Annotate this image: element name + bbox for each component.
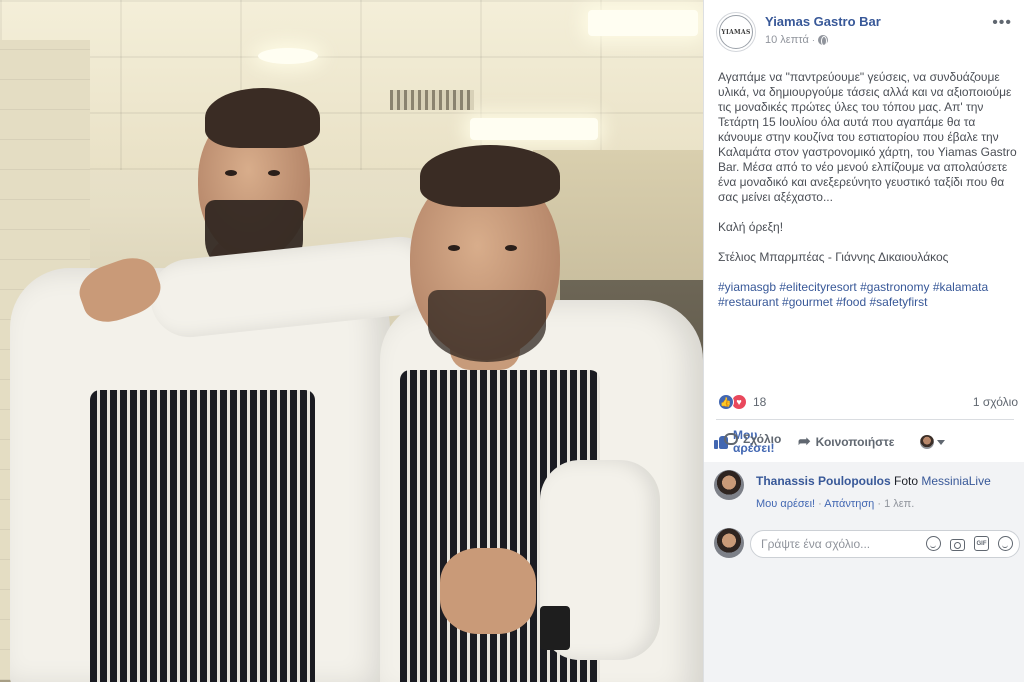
- hashtags: #yiamasgb #elitecityresort #gastronomy #…: [718, 280, 1018, 310]
- caret-down-icon: [937, 439, 945, 445]
- post-paragraph: Στέλιος Μπαρμπέας - Γιάννης Δικαιουλάκος: [718, 250, 949, 264]
- post-photo[interactable]: [0, 0, 703, 682]
- ellipsis-icon[interactable]: •••: [992, 14, 1012, 32]
- globe-icon[interactable]: [817, 35, 828, 46]
- post-timestamp[interactable]: 10 λεπτά: [765, 34, 809, 46]
- post-paragraph: Αγαπάμε να "παντρεύουμε" γεύσεις, να συν…: [718, 70, 1017, 204]
- comment-bubble-icon: [724, 433, 738, 445]
- comment-author[interactable]: Thanassis Poulopoulos: [756, 474, 891, 488]
- action-bar: Μου αρέσει! Σχόλιο ➦ Κοινοποιήστε: [714, 424, 1018, 460]
- page-avatar[interactable]: YIAMAS: [716, 12, 756, 52]
- post-body: Αγαπάμε να "παντρεύουμε" γεύσεις, να συν…: [718, 70, 1018, 325]
- hashtag-link[interactable]: #kalamata: [933, 280, 988, 294]
- comment-button[interactable]: Σχόλιο: [724, 432, 798, 446]
- hashtag-link[interactable]: #food: [836, 295, 866, 309]
- hashtag-link[interactable]: #elitecityresort: [779, 280, 856, 294]
- page-logo-text: YIAMAS: [721, 28, 751, 36]
- hashtag-link[interactable]: #yiamasgb: [718, 280, 776, 294]
- meta-separator: ·: [811, 35, 815, 45]
- gif-icon[interactable]: GIF: [974, 536, 989, 551]
- composer-icons: GIF: [926, 536, 1013, 551]
- audience-selector[interactable]: [920, 435, 945, 449]
- commenter-avatar[interactable]: [714, 470, 744, 500]
- like-reaction-icon[interactable]: 👍: [718, 394, 734, 410]
- divider: [716, 419, 1014, 420]
- comments-section: Thanassis Poulopoulos Foto MessiniaLive …: [704, 462, 1024, 682]
- hashtag-link[interactable]: #restaurant: [718, 295, 779, 309]
- comment-composer: GIF: [714, 528, 1020, 560]
- share-button[interactable]: ➦ Κοινοποιήστε: [798, 433, 916, 450]
- hashtag-link[interactable]: #gourmet: [782, 295, 833, 309]
- comment-label: Σχόλιο: [743, 432, 782, 446]
- post-paragraph: Καλή όρεξη!: [718, 220, 784, 234]
- post-panel: YIAMAS Yiamas Gastro Bar 10 λεπτά · ••• …: [703, 0, 1024, 682]
- page-name-link[interactable]: Yiamas Gastro Bar: [765, 14, 881, 29]
- comment-timestamp[interactable]: 1 λεπ.: [884, 498, 914, 510]
- comment-like-link[interactable]: Μου αρέσει!: [756, 498, 815, 510]
- sticker-icon[interactable]: [998, 536, 1013, 551]
- meta-separator: ·: [877, 498, 881, 510]
- comment-text: Foto: [894, 474, 919, 488]
- post-header: YIAMAS Yiamas Gastro Bar 10 λεπτά ·: [716, 12, 1016, 56]
- current-user-avatar: [714, 528, 744, 558]
- share-arrow-icon: ➦: [798, 433, 811, 450]
- smiley-icon[interactable]: [926, 536, 941, 551]
- meta-separator: ·: [818, 498, 822, 510]
- comment-bubble: Thanassis Poulopoulos Foto MessiniaLive: [750, 470, 997, 492]
- share-label: Κοινοποιήστε: [815, 435, 895, 449]
- hashtag-link[interactable]: #safetyfirst: [869, 295, 927, 309]
- comment-meta: Μου αρέσει! · Απάντηση · 1 λεπ.: [756, 498, 914, 510]
- avatar: [920, 435, 934, 449]
- camera-icon[interactable]: [950, 538, 965, 551]
- post-meta: 10 λεπτά ·: [765, 34, 828, 46]
- comment-mention-link[interactable]: MessiniaLive: [921, 474, 990, 488]
- chef-right: [0, 0, 703, 682]
- hashtag-link[interactable]: #gastronomy: [860, 280, 929, 294]
- reaction-count[interactable]: 18: [753, 395, 766, 409]
- comment-reply-link[interactable]: Απάντηση: [824, 498, 874, 510]
- reaction-summary: 👍 ♥ 18 1 σχόλιο: [718, 393, 1018, 411]
- comment-count[interactable]: 1 σχόλιο: [973, 395, 1018, 409]
